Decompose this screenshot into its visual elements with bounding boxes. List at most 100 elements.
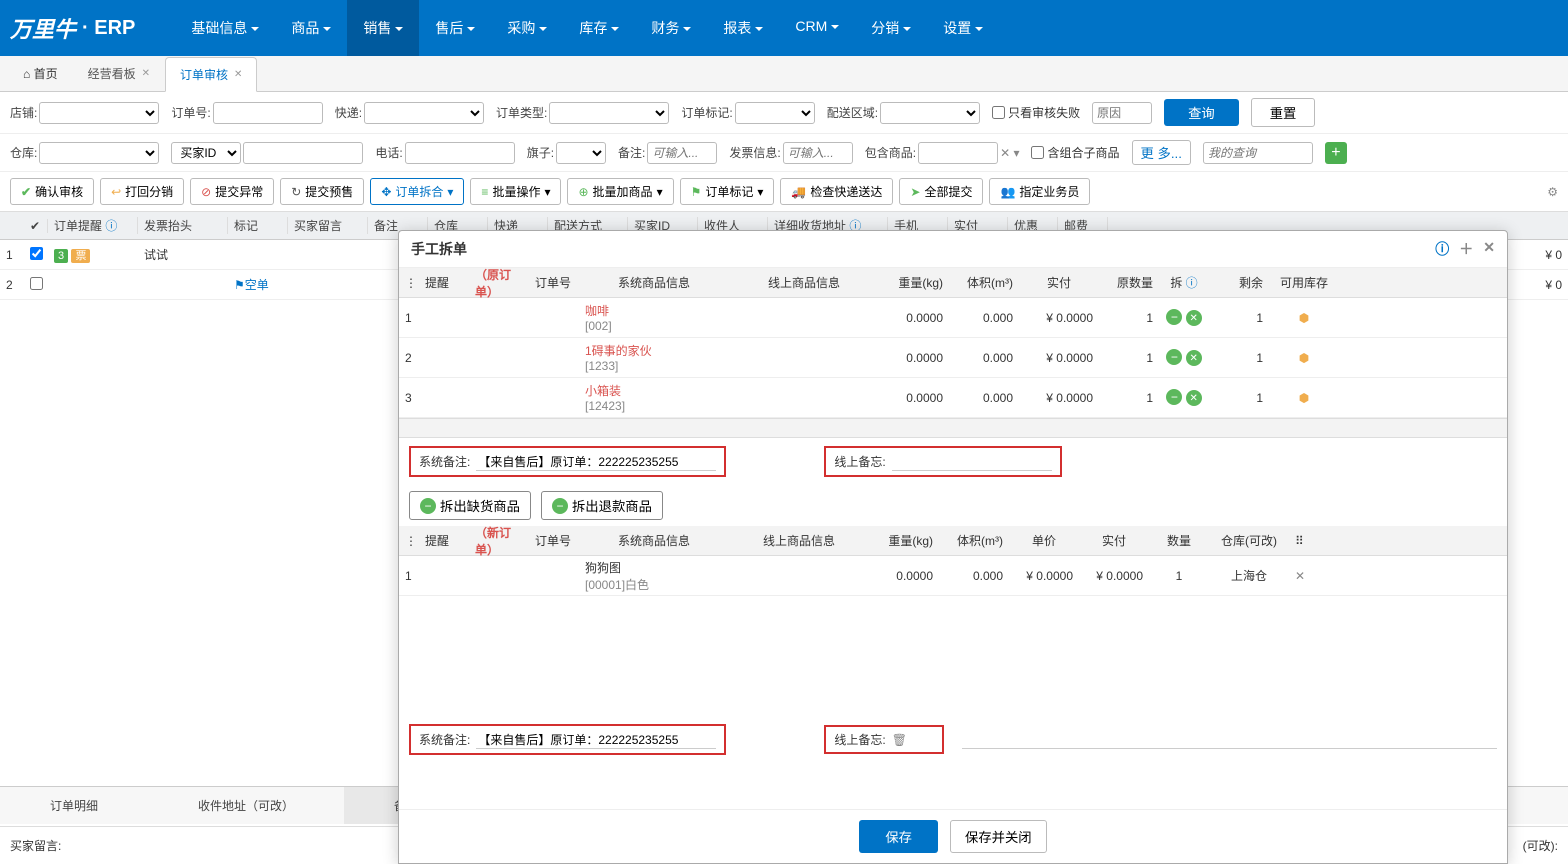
input-buyerid[interactable] [243, 142, 363, 164]
online-note-label: 线上备忘: [834, 453, 885, 470]
stock-icon: ⬢ [1299, 391, 1309, 405]
nav-item-4[interactable]: 采购 [491, 0, 563, 56]
select-express[interactable] [364, 102, 484, 124]
input-reason [1092, 102, 1152, 124]
remove-icon[interactable]: ✕ [1186, 390, 1202, 406]
save-close-button[interactable]: 保存并关闭 [950, 820, 1047, 853]
tab-2[interactable]: 订单审核 ✕ [165, 57, 257, 92]
assign-button[interactable]: 👥指定业务员 [989, 178, 1090, 205]
input-contains-goods[interactable] [918, 142, 998, 164]
logo-text: 万里牛 [10, 12, 76, 44]
sys-note-label-2: 系统备注: [419, 731, 470, 748]
tag-button[interactable]: ⚑订单标记▾ [680, 178, 775, 205]
input-invoice[interactable] [783, 142, 853, 164]
select-ordertype[interactable] [549, 102, 669, 124]
remove-icon[interactable]: ✕ [1186, 350, 1202, 366]
grid-col-5: 买家留言 [288, 217, 368, 234]
nav-item-0[interactable]: 基础信息 [175, 0, 275, 56]
confirm-button[interactable]: ✔确认审核 [10, 178, 94, 205]
select-buyerid[interactable]: 买家ID [171, 142, 241, 164]
return-button[interactable]: ↩打回分销 [100, 178, 184, 205]
minus-icon[interactable]: − [1166, 389, 1182, 405]
tab-close-icon[interactable]: ✕ [234, 69, 242, 80]
split-out-stock-button[interactable]: −拆出缺货商品 [409, 491, 531, 520]
nav-item-5[interactable]: 库存 [563, 0, 635, 56]
bottom-tab-1[interactable]: 收件地址（可改） [148, 787, 344, 824]
add-query-button[interactable]: + [1325, 142, 1347, 164]
input-remark[interactable] [647, 142, 717, 164]
row-checkbox[interactable] [30, 247, 43, 260]
row-checkbox[interactable] [30, 277, 43, 290]
save-button[interactable]: 保存 [859, 820, 938, 853]
nav-item-2[interactable]: 销售 [347, 0, 419, 56]
nav-item-8[interactable]: CRM [779, 0, 855, 56]
split-buttons: −拆出缺货商品 −拆出退款商品 [399, 485, 1507, 526]
split-button[interactable]: ✥订单拆合▾ [370, 178, 464, 205]
sys-note-input-new[interactable] [476, 730, 716, 749]
select-warehouse[interactable] [39, 142, 159, 164]
checkbox-combo[interactable] [1031, 146, 1044, 159]
input-phone[interactable] [405, 142, 515, 164]
sys-note-input-orig[interactable] [476, 452, 716, 471]
check-express-button[interactable]: 🚚检查快递送达 [780, 178, 893, 205]
batch-add-button[interactable]: ⊕批量加商品▾ [567, 178, 673, 205]
bottom-tab-0[interactable]: 订单明细 [0, 787, 148, 824]
select-flag[interactable] [556, 142, 606, 164]
logo-erp: · ERP [82, 17, 135, 40]
new-table-row: 1 狗狗图[00001]白色 0.0000 0.000 ¥ 0.0000 ¥ 0… [399, 556, 1507, 596]
select-ordertag[interactable] [735, 102, 815, 124]
modal-manual-split: 手工拆单 ⓘ ＋ ✕ ⋮ 提醒 （原订单） 订单号 系统商品信息 线上商品信息 … [398, 230, 1508, 864]
orig-table-row: 2 1碍事的家伙[1233] 0.0000 0.000 ¥ 0.0000 1 −… [399, 338, 1507, 378]
batch-button[interactable]: ≡批量操作▾ [470, 178, 561, 205]
nav-item-6[interactable]: 财务 [635, 0, 707, 56]
nav-item-1[interactable]: 商品 [275, 0, 347, 56]
select-deliveryarea[interactable] [880, 102, 980, 124]
orig-table-row: 3 小箱装[12423] 0.0000 0.000 ¥ 0.0000 1 − ✕… [399, 378, 1507, 418]
expand-icon[interactable]: ＋ [1459, 239, 1473, 259]
label-orderno: 订单号: [171, 104, 210, 121]
nav-item-10[interactable]: 设置 [927, 0, 999, 56]
label-contains-goods: 包含商品: [865, 144, 916, 161]
tab-close-icon[interactable]: ✕ [142, 68, 150, 79]
nav-item-9[interactable]: 分销 [855, 0, 927, 56]
presale-button[interactable]: ↻提交预售 [280, 178, 364, 205]
label-combo: 含组合子商品 [1047, 144, 1119, 161]
query-button[interactable]: 查询 [1164, 99, 1239, 126]
tab-0[interactable]: ⌂ 首页 [8, 56, 73, 91]
remove-row-icon[interactable]: ✕ [1289, 569, 1309, 583]
note-row-orig: 系统备注: 线上备忘: [399, 438, 1507, 485]
info-icon[interactable]: ⓘ [1435, 239, 1449, 259]
tab-1[interactable]: 经营看板 ✕ [73, 56, 165, 91]
trash-icon[interactable]: 🗑 [892, 733, 907, 747]
reset-button[interactable]: 重置 [1251, 98, 1316, 127]
minus-icon[interactable]: − [1166, 349, 1182, 365]
close-icon[interactable]: ✕ [1483, 239, 1495, 259]
grid-col-1: ✔ [24, 219, 48, 233]
online-note-label-2: 线上备忘: [834, 731, 885, 748]
grid-col-3: 发票抬头 [138, 217, 228, 234]
nav-item-7[interactable]: 报表 [707, 0, 779, 56]
label-phone: 电话: [375, 144, 402, 161]
sys-note-box-orig: 系统备注: [409, 446, 726, 477]
toolbar: ✔确认审核 ↩打回分销 ⊘提交异常 ↻提交预售 ✥订单拆合▾ ≡批量操作▾ ⊕批… [0, 172, 1568, 212]
submit-all-button[interactable]: ➤全部提交 [899, 178, 983, 205]
modal-header: 手工拆单 ⓘ ＋ ✕ [399, 231, 1507, 268]
label-only-fail: 只看审核失败 [1008, 104, 1080, 121]
input-my-query[interactable] [1203, 142, 1313, 164]
more-button[interactable]: 更 多... [1132, 140, 1191, 165]
minus-icon[interactable]: − [1166, 309, 1182, 325]
online-note-input-new[interactable] [962, 730, 1497, 749]
logo: 万里牛 · ERP [10, 12, 135, 44]
note-row-new: 系统备注: 线上备忘: 🗑 [399, 716, 1507, 763]
nav-item-3[interactable]: 售后 [419, 0, 491, 56]
checkbox-only-fail[interactable] [992, 106, 1005, 119]
exception-button[interactable]: ⊘提交异常 [190, 178, 274, 205]
clear-goods-icon[interactable]: ✕ ▾ [1000, 146, 1019, 160]
split-refund-button[interactable]: −拆出退款商品 [541, 491, 663, 520]
remove-icon[interactable]: ✕ [1186, 310, 1202, 326]
label-shop: 店铺: [10, 104, 37, 121]
online-note-input-orig[interactable] [892, 452, 1052, 471]
input-orderno[interactable] [213, 102, 323, 124]
gear-icon[interactable]: ⚙ [1547, 185, 1558, 199]
select-shop[interactable] [39, 102, 159, 124]
